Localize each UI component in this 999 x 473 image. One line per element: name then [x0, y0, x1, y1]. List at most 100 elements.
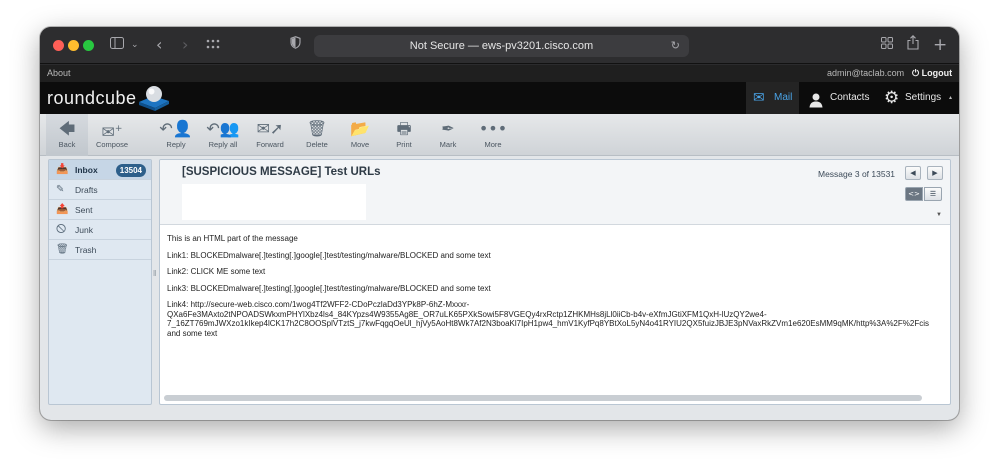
back-label: Back [58, 140, 76, 149]
more-button[interactable]: ••• More [471, 114, 515, 156]
shield-icon[interactable] [290, 35, 301, 55]
nav-settings-label: Settings [905, 92, 942, 103]
delete-label: Delete [306, 140, 328, 149]
about-link[interactable]: About [47, 65, 71, 82]
reply-label: Reply [166, 140, 186, 149]
message-subject: [SUSPICIOUS MESSAGE] Test URLs [182, 166, 381, 178]
app-header: roundcube ✉ Mail Contacts ⚙ Settings ▴ [40, 82, 959, 114]
folder-inbox-label: Inbox [75, 165, 98, 175]
body-link4: Link4: http://secure-web.cisco.com/1wog4… [167, 300, 950, 338]
plain-view-toggle[interactable]: ☰ [924, 187, 942, 201]
share-icon[interactable] [907, 35, 919, 56]
html-view-toggle[interactable]: <> [905, 187, 923, 201]
folder-sent-label: Sent [75, 205, 93, 215]
message-header: [SUSPICIOUS MESSAGE] Test URLs Message 3… [160, 160, 950, 225]
reply-button[interactable]: ↶👤 Reply [154, 114, 198, 156]
folder-list: 📥 Inbox 13504 ✎ Drafts 📤 Sent 🛇 Junk 🗑 T… [48, 159, 152, 405]
main-area: 📥 Inbox 13504 ✎ Drafts 📤 Sent 🛇 Junk 🗑 T… [40, 156, 959, 420]
more-label: More [484, 140, 502, 149]
folder-junk-label: Junk [75, 225, 93, 235]
compose-label: Compose [95, 140, 129, 149]
body-link4-line1: Link4: http://secure-web.cisco.com/1wog4… [167, 300, 470, 309]
body-link1: Link1: BLOCKEDmalware[.]testing[.]google… [167, 250, 491, 260]
previous-message-button[interactable]: ◀ [905, 166, 921, 180]
logout-button[interactable]: ⏻ Logout [912, 65, 952, 83]
nav-settings[interactable]: ⚙ Settings [880, 82, 948, 114]
roundcube-logo[interactable]: roundcube [47, 88, 137, 109]
browser-titlebar: ⌄ ‹ › Not Secure — ews-pv3201.cisco.com … [40, 27, 959, 64]
pencil-icon: ✎ [56, 184, 65, 195]
folder-drafts-label: Drafts [75, 185, 98, 195]
top-info-bar: About admin@taclab.com ⏻ Logout [40, 65, 959, 82]
nav-mail-label: Mail [774, 92, 793, 103]
compose-button[interactable]: ✉+ Compose [89, 114, 135, 156]
gear-icon: ⚙ [884, 88, 900, 108]
zoom-window-button[interactable] [83, 40, 94, 51]
minimize-window-button[interactable] [68, 40, 79, 51]
nav-mail[interactable]: ✉ Mail [746, 82, 799, 114]
body-intro: This is an HTML part of the message [167, 234, 298, 243]
logout-label: Logout [921, 68, 953, 78]
body-link4-line4: and some text [167, 328, 218, 338]
back-button[interactable]: 🡄 Back [46, 114, 88, 156]
delete-button[interactable]: 🗑 Delete [295, 114, 339, 156]
compose-icon: ✉+ [101, 122, 123, 142]
folder-sent[interactable]: 📤 Sent [49, 200, 151, 220]
body-link2: Link2: CLICK ME some text [167, 267, 266, 276]
move-label: Move [350, 140, 370, 149]
nav-contacts-label: Contacts [830, 92, 870, 103]
browser-window: ⌄ ‹ › Not Secure — ews-pv3201.cisco.com … [40, 27, 959, 420]
print-button[interactable]: 🖶 Print [382, 114, 426, 156]
reload-icon[interactable]: ↻ [671, 35, 680, 57]
header-info-box [182, 184, 366, 220]
chevron-down-icon[interactable]: ⌄ [131, 35, 139, 55]
forward-label: Forward [256, 140, 284, 149]
reply-all-label: Reply all [208, 140, 238, 149]
message-body: This is an HTML part of the message Link… [167, 234, 950, 338]
forward-arrow-icon[interactable]: › [182, 35, 188, 55]
sidebar-toggle-icon[interactable] [110, 35, 124, 55]
forward-button[interactable]: ✉➚ Forward [248, 114, 292, 156]
tab-overview-icon[interactable] [206, 35, 220, 55]
folder-drafts[interactable]: ✎ Drafts [49, 180, 151, 200]
junk-icon: 🛇 [56, 224, 67, 235]
grid-icon[interactable] [881, 35, 893, 55]
sent-icon: 📤 [56, 204, 69, 215]
mark-label: Mark [439, 140, 457, 149]
reply-all-icon: ↶👥 [206, 119, 240, 138]
new-tab-icon[interactable]: + [933, 35, 947, 55]
body-link4-line3: 7_16ZT769mJWXzo1kIkep4lCK17h2C8OOSplVTzt… [167, 319, 929, 328]
pen-icon: ✒ [441, 119, 455, 138]
forward-icon: ✉➚ [256, 119, 284, 138]
back-arrow-icon[interactable]: ‹ [156, 35, 162, 55]
pane-splitter[interactable]: ‖ [153, 269, 157, 285]
reply-all-button[interactable]: ↶👥 Reply all [200, 114, 246, 156]
folder-trash-label: Trash [75, 245, 97, 255]
body-link4-line2: QXa6Fe3MAxto2tNPOADSWkxmPHYlXbz4ls4_84KY… [167, 309, 767, 319]
nav-contacts[interactable]: Contacts [805, 82, 871, 114]
move-button[interactable]: 📂 Move [338, 114, 382, 156]
username-label: admin@taclab.com [827, 68, 905, 78]
inbox-icon: 📥 [56, 164, 69, 175]
folder-inbox[interactable]: 📥 Inbox 13504 [49, 160, 151, 180]
message-position: Message 3 of 13531 [818, 169, 896, 179]
printer-icon: 🖶 [396, 119, 412, 138]
roundcube-logo-icon [136, 84, 172, 117]
back-icon: 🡄 [58, 119, 76, 138]
trash-icon: 🗑 [306, 119, 328, 138]
power-icon: ⏻ [912, 69, 920, 79]
body-link3: Link3: BLOCKEDmalware[.]testing[.]google… [167, 283, 491, 293]
folder-junk[interactable]: 🛇 Junk [49, 220, 151, 240]
header-collapse-icon[interactable]: ▴ [949, 82, 952, 114]
unread-count-badge: 13504 [115, 164, 146, 177]
next-message-button[interactable]: ▶ [927, 166, 943, 180]
header-expand-icon[interactable]: ▼ [936, 212, 942, 218]
close-window-button[interactable] [53, 40, 64, 51]
address-text: Not Secure — ews-pv3201.cisco.com [409, 40, 594, 52]
folder-trash[interactable]: 🗑 Trash [49, 240, 151, 260]
mark-button[interactable]: ✒ Mark [426, 114, 470, 156]
message-pane: [SUSPICIOUS MESSAGE] Test URLs Message 3… [159, 159, 951, 405]
address-bar[interactable]: Not Secure — ews-pv3201.cisco.com ↻ [314, 35, 689, 57]
trash-icon: 🗑 [56, 244, 69, 255]
horizontal-scrollbar[interactable] [164, 395, 922, 401]
